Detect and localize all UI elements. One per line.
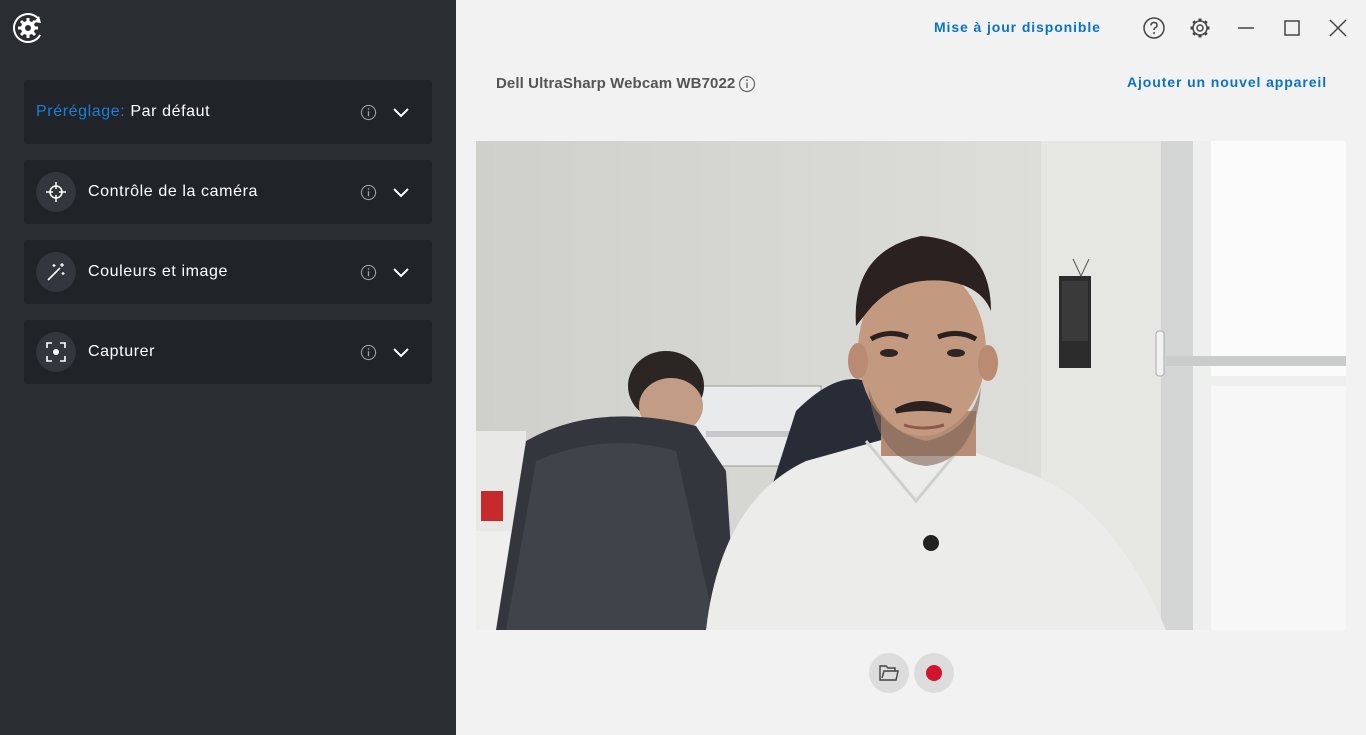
magic-wand-icon <box>36 252 76 292</box>
info-icon[interactable] <box>738 75 756 93</box>
preset-value: Par défaut <box>130 103 211 120</box>
chevron-down-icon[interactable] <box>392 184 410 202</box>
panel-camera-control[interactable]: Contrôle de la caméra <box>24 160 432 224</box>
info-icon[interactable] <box>360 104 377 121</box>
camera-feed-image <box>476 141 1346 630</box>
panel-title: Contrôle de la caméra <box>88 183 259 200</box>
chevron-down-icon[interactable] <box>392 264 410 282</box>
minimize-icon[interactable] <box>1234 16 1258 40</box>
device-name: Dell UltraSharp Webcam WB7022 <box>496 75 736 92</box>
maximize-icon[interactable] <box>1280 16 1304 40</box>
crosshair-icon <box>36 172 76 212</box>
help-icon[interactable] <box>1142 16 1166 40</box>
close-icon[interactable] <box>1326 16 1350 40</box>
update-available-link[interactable]: Mise à jour disponible <box>934 19 1101 35</box>
preset-panel[interactable]: Préréglage: Par défaut <box>24 80 432 144</box>
settings-icon[interactable] <box>1188 16 1212 40</box>
panel-capture[interactable]: Capturer <box>24 320 432 384</box>
info-icon[interactable] <box>360 184 377 201</box>
info-icon[interactable] <box>360 344 377 361</box>
panel-colors-image[interactable]: Couleurs et image <box>24 240 432 304</box>
record-button[interactable] <box>914 653 954 693</box>
panel-title: Couleurs et image <box>88 263 229 280</box>
camera-preview <box>476 141 1346 630</box>
folder-icon <box>879 665 899 681</box>
chevron-down-icon[interactable] <box>392 104 410 122</box>
record-icon <box>926 665 942 681</box>
app-logo-icon <box>12 12 43 43</box>
preset-label: Préréglage: Par défaut <box>36 80 210 144</box>
add-device-link[interactable]: Ajouter un nouvel appareil <box>1127 74 1327 90</box>
capture-icon <box>36 332 76 372</box>
info-icon[interactable] <box>360 264 377 281</box>
sidebar: Préréglage: Par défaut Contrôle de la ca… <box>0 0 456 735</box>
chevron-down-icon[interactable] <box>392 344 410 362</box>
preset-key: Préréglage: <box>36 103 126 120</box>
open-folder-button[interactable] <box>869 653 909 693</box>
panel-title: Capturer <box>88 343 156 360</box>
